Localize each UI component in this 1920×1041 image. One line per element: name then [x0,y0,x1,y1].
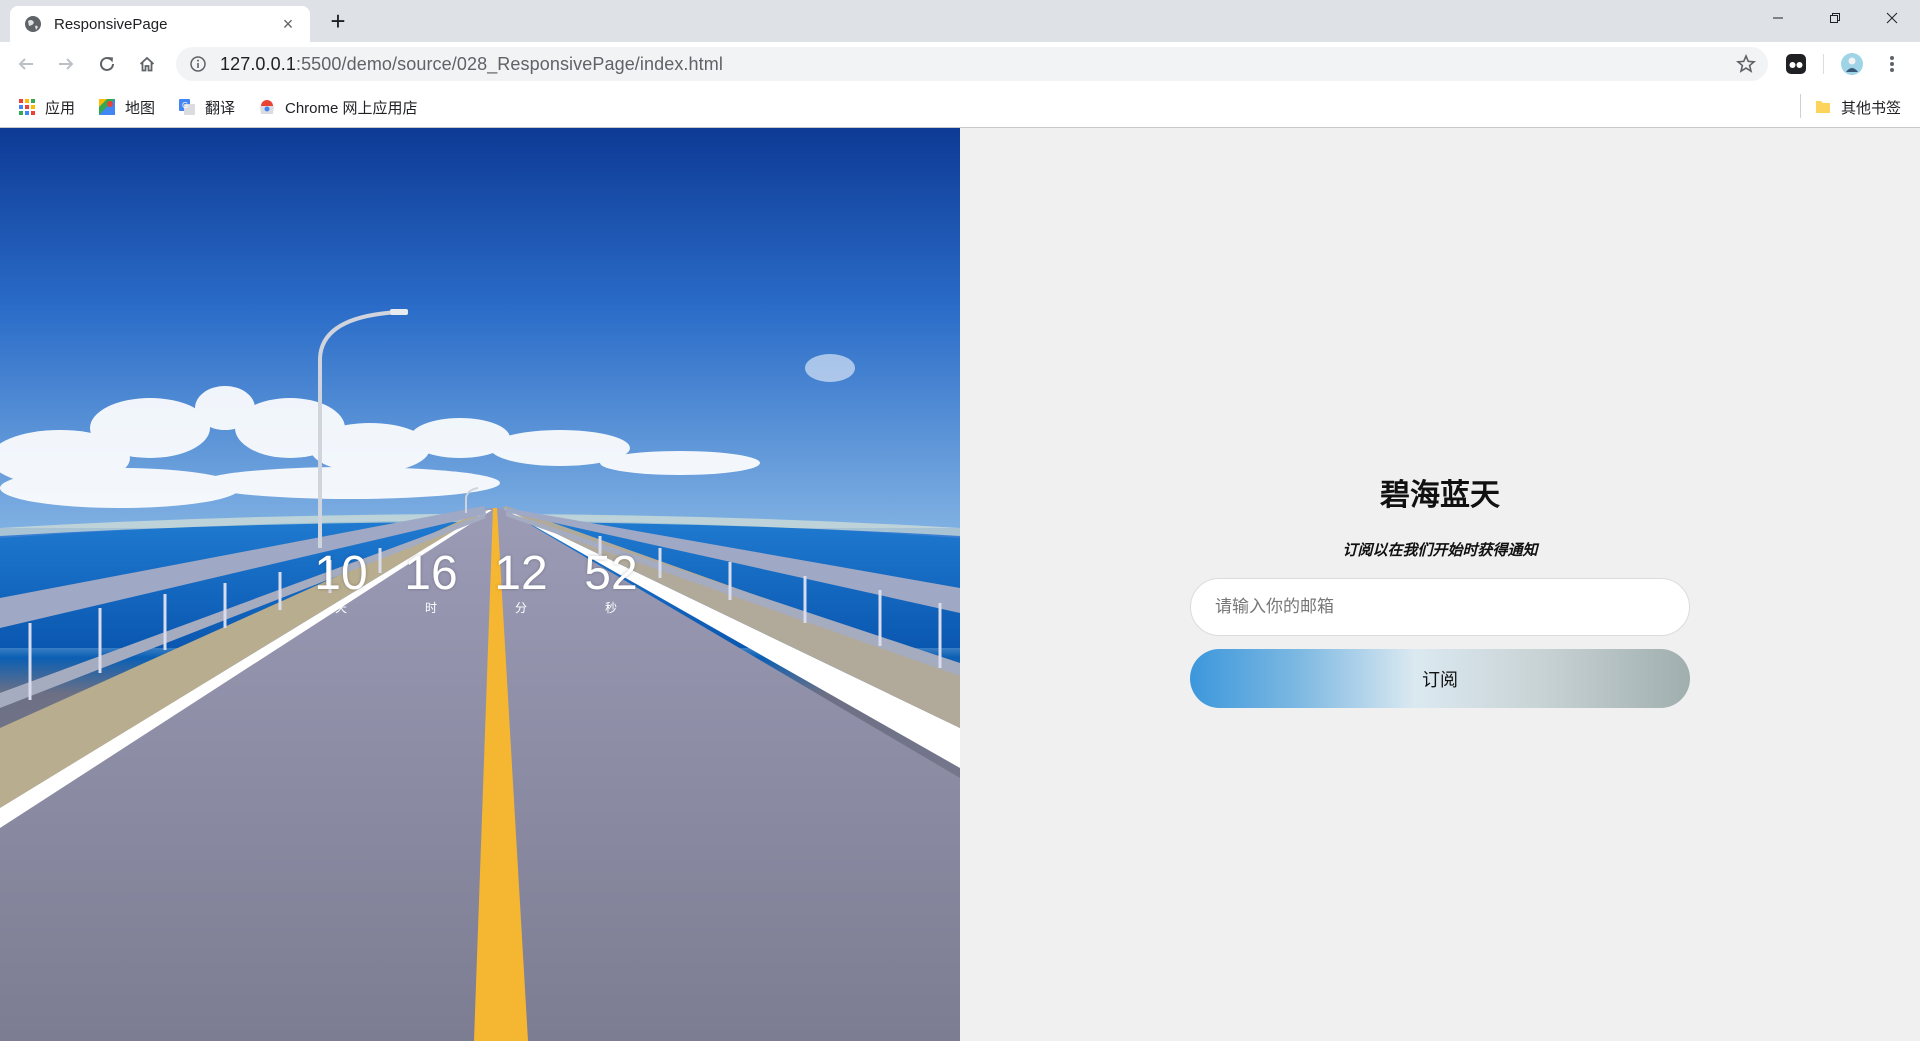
countdown-seconds: 52 秒 [570,548,652,616]
bookmark-label: 地图 [125,99,156,117]
countdown-hours-value: 16 [404,547,458,600]
address-bar[interactable]: 127.0.0.1:5500/demo/source/028_Responsiv… [176,47,1768,81]
countdown-timer: 10 天 16 时 12 分 52 秒 [300,548,652,616]
extension-icon[interactable] [1782,50,1810,78]
countdown-minutes-value: 12 [494,547,548,600]
bookmarks-bar: 应用 地图 G 翻译 Chrome 网上应用店 其他书签 [0,86,1920,128]
reload-icon[interactable] [93,50,121,78]
email-input[interactable] [1190,578,1690,636]
maps-icon [99,99,115,115]
bookmark-other[interactable]: 其他书签 [1814,96,1901,118]
bookmark-label: 翻译 [205,99,236,117]
countdown-days: 10 天 [300,548,382,616]
subscribe-button[interactable]: 订阅 [1190,649,1690,708]
page-content: 10 天 16 时 12 分 52 秒 碧海蓝天 订阅以在我们开始时获得通知 订… [0,128,1920,1041]
bookmark-webstore[interactable]: Chrome 网上应用店 [258,96,418,118]
tab-strip: ResponsivePage × + [0,0,1920,42]
page-title: 碧海蓝天 [1380,479,1500,512]
close-tab-icon[interactable]: × [278,14,298,34]
countdown-seconds-value: 52 [584,547,638,600]
url-path: :5500/demo/source/028_ResponsivePage/ind… [295,53,723,74]
site-info-icon[interactable] [190,56,206,72]
folder-icon [1816,101,1830,113]
countdown-minutes-label: 分 [514,601,527,615]
url-host: 127.0.0.1 [220,53,296,74]
menu-dots-icon[interactable] [1878,50,1906,78]
hero-image: 10 天 16 时 12 分 52 秒 [0,128,960,1041]
countdown-minutes: 12 分 [480,548,562,616]
bookmark-label: 其他书签 [1841,99,1902,117]
countdown-hours-label: 时 [424,601,437,615]
home-icon[interactable] [133,50,161,78]
bookmark-star-icon[interactable] [1736,54,1756,74]
countdown-days-value: 10 [314,547,368,600]
bookmark-label: Chrome 网上应用店 [285,99,418,117]
close-window-icon[interactable] [1863,0,1920,36]
webstore-icon [260,100,274,114]
countdown-days-label: 天 [334,601,347,615]
translate-icon: G [179,99,195,115]
bookmark-label: 应用 [45,99,76,117]
browser-tab[interactable]: ResponsivePage × [10,6,310,42]
apps-grid-icon [19,99,35,115]
new-tab-button[interactable]: + [324,8,352,36]
tab-title: ResponsivePage [54,15,168,33]
countdown-hours: 16 时 [390,548,472,616]
page-subtitle: 订阅以在我们开始时获得通知 [1342,542,1538,559]
globe-icon [25,16,41,32]
browser-toolbar: 127.0.0.1:5500/demo/source/028_Responsiv… [0,42,1920,86]
back-icon[interactable] [12,50,40,78]
subscribe-panel: 碧海蓝天 订阅以在我们开始时获得通知 订阅 [960,128,1920,1041]
profile-avatar-icon[interactable] [1838,50,1866,78]
bookmark-maps[interactable]: 地图 [98,96,155,118]
restore-icon[interactable] [1806,0,1863,36]
bookmark-apps[interactable]: 应用 [18,96,75,118]
minimize-icon[interactable] [1749,0,1806,36]
forward-icon[interactable] [52,50,80,78]
countdown-seconds-label: 秒 [604,601,617,615]
url-text: 127.0.0.1:5500/demo/source/028_Responsiv… [220,54,723,75]
bookmark-translate[interactable]: G 翻译 [178,96,235,118]
svg-text:G: G [182,101,188,110]
